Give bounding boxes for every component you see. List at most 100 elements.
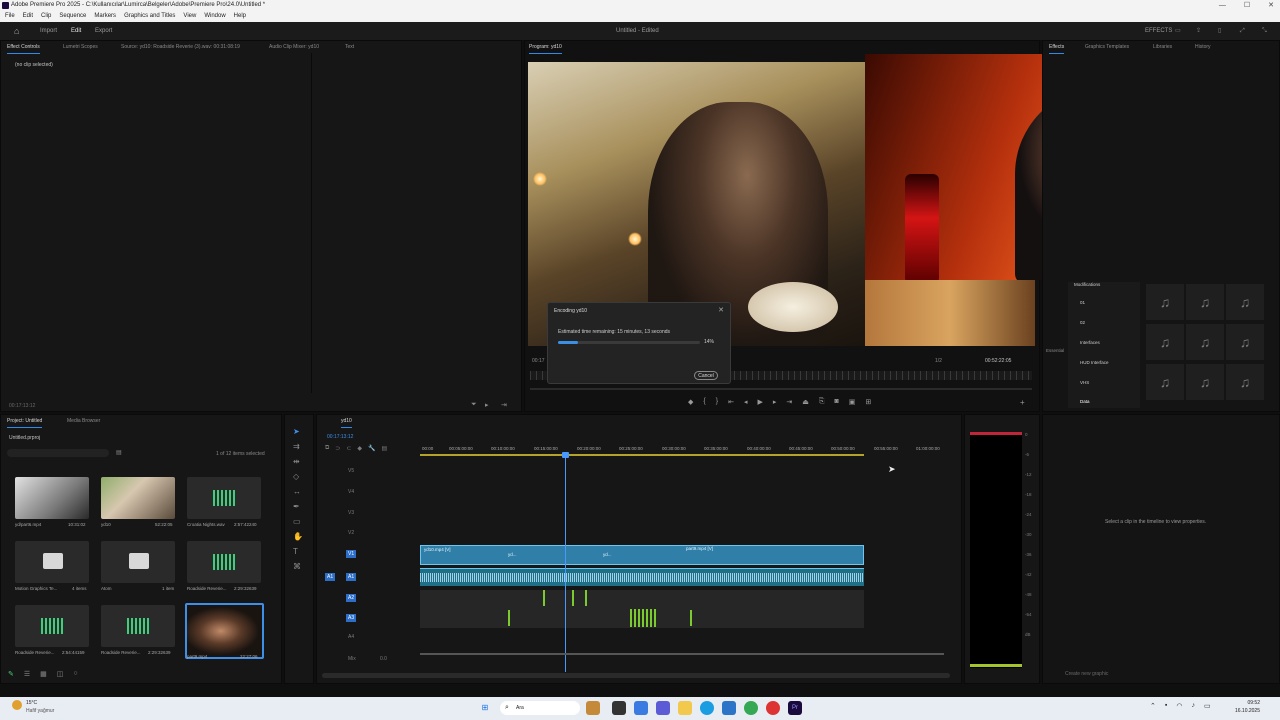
teams-icon[interactable] [656,701,670,715]
fullscreen-icon[interactable]: ⤢ [1240,22,1245,40]
ripple-edit-icon[interactable]: ⇹ [293,457,303,466]
menu-clip[interactable]: Clip [41,11,51,22]
track-a3[interactable]: A3 [346,614,357,622]
pen-tool-icon[interactable]: ✒ [293,502,303,511]
audio-template-icon[interactable]: ♫ [1146,364,1184,400]
create-new-graphic[interactable]: Create new graphic [1065,671,1108,677]
rectangle-tool-icon[interactable]: ▭ [293,517,303,526]
battery-icon[interactable]: ▭ [1204,702,1211,710]
thumbnail-part9-selected[interactable] [185,603,264,659]
track-v5[interactable]: V5 [348,468,354,474]
weather-desc[interactable]: Hafif yağmur [26,708,54,714]
captions-icon[interactable]: ▤ [381,445,387,452]
audio-template-icon[interactable]: ♫ [1226,324,1264,360]
type-tool-icon[interactable]: T [293,547,303,556]
track-v1[interactable]: V1 [346,550,357,558]
tray-chevron-icon[interactable]: ⌃ [1150,702,1156,710]
hand-tool-icon[interactable]: ✋ [293,532,303,541]
collapse-icon[interactable]: ⤡ [1262,22,1267,40]
audio-template-icon[interactable]: ♫ [1226,284,1264,320]
program-monitor-title[interactable]: Program: yd10 [529,41,562,54]
thumbnail-roadside-reverie[interactable] [15,605,89,647]
icon-view-icon[interactable]: ▦ [40,670,47,678]
menu-help[interactable]: Help [234,11,246,22]
tree-interfaces[interactable]: Interfaces [1080,340,1100,345]
tab-effects[interactable]: Effects [1049,41,1065,54]
add-marker-icon[interactable]: ◆ [357,445,362,452]
audio-template-icon[interactable]: ♫ [1186,284,1224,320]
tree-01[interactable]: 01 [1080,300,1085,305]
chrome-icon[interactable] [744,701,758,715]
track-select-icon[interactable]: ⇉ [293,442,303,451]
zoom-select[interactable]: 1/2 [935,358,942,364]
tab-graphics-templates[interactable]: Graphics Templates [1085,41,1129,53]
tab-source[interactable]: Source: yd10: Roadside Reverie (3).wav: … [121,41,240,53]
track-v3[interactable]: V3 [348,510,354,516]
clock-date[interactable]: 16.10.2025 [1214,708,1260,714]
tree-hud-interface[interactable]: HUD Interface [1080,360,1109,365]
volume-icon[interactable]: ♪ [1191,702,1195,710]
camera-icon[interactable]: ◙ [834,398,838,406]
tree-modifications[interactable]: Modifications [1074,282,1100,287]
add-button-icon[interactable]: + [1020,398,1025,407]
tab-media-browser[interactable]: Media Browser [67,415,100,427]
vr-icon[interactable]: ⊞ [865,398,871,406]
extract-icon[interactable]: ⎘ [819,398,825,406]
folder-motion-graphics[interactable] [15,541,89,583]
export-frame-icon[interactable]: ⇥ [501,401,507,409]
tab-text[interactable]: Text [345,41,354,53]
tab-libraries[interactable]: Libraries [1153,41,1172,53]
tab-sequence-yd10[interactable]: yd10 [341,415,352,428]
minimize-button[interactable]: — [1219,0,1226,11]
snap-icon[interactable]: ⊃ [335,445,340,452]
mark-in-icon[interactable]: { [703,398,705,406]
timeline-timecode[interactable]: 00:17:13:12 [327,434,353,440]
play-icon[interactable]: ▶ [757,398,762,406]
clock-time[interactable]: 09:52 [1226,700,1260,706]
go-to-out-icon[interactable]: ⇥ [786,398,792,406]
captions-tool-icon[interactable]: ⌘ [293,562,303,571]
pencil-icon[interactable]: ✎ [8,670,14,678]
mix-value[interactable]: 0.0 [380,656,387,662]
menu-file[interactable]: File [5,11,15,22]
tree-vhs[interactable]: VHS [1080,380,1089,385]
step-back-icon[interactable]: ◂ [744,398,748,406]
filter-icon[interactable]: ⏷ [471,401,477,409]
menu-window[interactable]: Window [204,11,225,22]
lift-icon[interactable]: ⏏ [802,398,809,406]
track-v2[interactable]: V2 [348,530,354,536]
track-a1[interactable]: A1 [346,573,357,581]
tree-data[interactable]: Data [1080,399,1090,404]
tree-02[interactable]: 02 [1080,320,1085,325]
store-icon[interactable] [722,701,736,715]
tab-effect-controls[interactable]: Effect Controls [7,41,40,54]
weather-icon[interactable] [12,700,22,710]
tab-import[interactable]: Import [40,22,57,40]
track-v4[interactable]: V4 [348,489,354,495]
tab-audio-clip-mixer[interactable]: Audio Clip Mixer: yd10 [269,41,319,53]
tab-edit[interactable]: Edit [71,22,82,41]
audio-template-icon[interactable]: ♫ [1186,364,1224,400]
tab-lumetri-scopes[interactable]: Lumetri Scopes [63,41,98,53]
maximize-button[interactable]: ☐ [1244,0,1250,11]
share-icon[interactable]: ⇪ [1196,22,1201,40]
panel-icon[interactable]: ▭ [1175,22,1181,40]
go-to-in-icon[interactable]: ⇤ [728,398,734,406]
audio-template-icon[interactable]: ♫ [1146,324,1184,360]
track-a4[interactable]: A4 [348,634,354,640]
razor-tool-icon[interactable]: ◇ [293,472,303,481]
menu-graphics[interactable]: Graphics and Titles [124,11,175,22]
start-icon[interactable]: ⊞ [478,701,492,715]
tab-export[interactable]: Export [95,22,112,40]
menu-sequence[interactable]: Sequence [59,11,86,22]
thumbnail-roadside-reverie[interactable] [101,605,175,647]
settings-wrench-icon[interactable]: 🔧 [368,445,375,452]
weather-temp[interactable]: 15°C [26,700,37,706]
audio-template-icon[interactable]: ♫ [1186,324,1224,360]
thumbnail-croatia-nights[interactable] [187,477,261,519]
menu-markers[interactable]: Markers [94,11,116,22]
thumbnail-roadside-reverie[interactable] [187,541,261,583]
notifications-icon[interactable]: ▯ [1218,22,1221,40]
mark-out-icon[interactable]: } [716,398,718,406]
thumbnail-yd-part6[interactable] [15,477,89,519]
